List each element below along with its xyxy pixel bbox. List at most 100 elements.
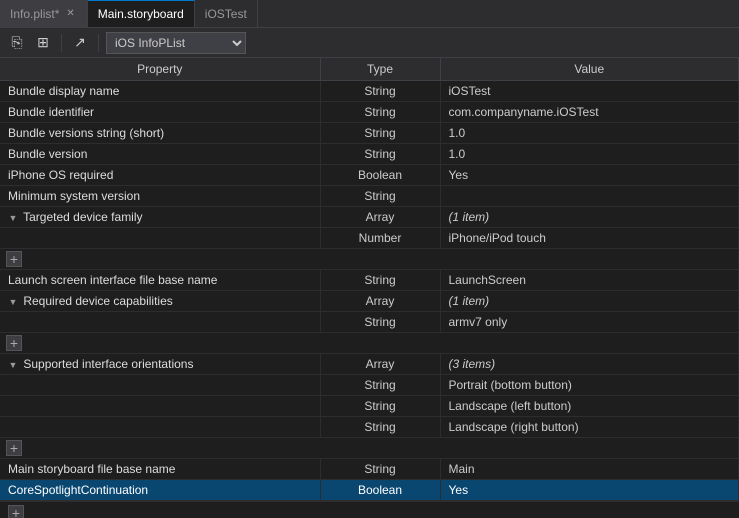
table-row[interactable]: Minimum system version String bbox=[0, 186, 739, 207]
row-value: Portrait (bottom button) bbox=[440, 375, 739, 396]
row-property: Bundle display name bbox=[0, 81, 320, 102]
expand-arrow-icon[interactable]: ▼ bbox=[8, 360, 18, 370]
row-value: (1 item) bbox=[440, 291, 739, 312]
row-type: String bbox=[320, 102, 440, 123]
row-type: String bbox=[320, 417, 440, 438]
table-row[interactable]: Bundle identifier String com.companyname… bbox=[0, 102, 739, 123]
row-property: iPhone OS required bbox=[0, 165, 320, 186]
toolbar: ⎘ ⊞ ↗ iOS InfoPListiOS InfomacOS Info bbox=[0, 28, 739, 58]
row-type: Number bbox=[320, 228, 440, 249]
row-property: Launch screen interface file base name bbox=[0, 270, 320, 291]
row-property bbox=[0, 375, 320, 396]
row-value: Main bbox=[440, 459, 739, 480]
table-row[interactable]: ▼ Supported interface orientations Array… bbox=[0, 354, 739, 375]
table-row[interactable]: Launch screen interface file base name S… bbox=[0, 270, 739, 291]
row-type: String bbox=[320, 81, 440, 102]
table-row[interactable]: Bundle display name String iOSTest bbox=[0, 81, 739, 102]
row-property bbox=[0, 417, 320, 438]
header-property: Property bbox=[0, 58, 320, 81]
table-header-row: Property Type Value bbox=[0, 58, 739, 81]
table-row-selected[interactable]: CoreSpotlightContinuation Boolean Yes bbox=[0, 480, 739, 501]
row-value: iOSTest bbox=[440, 81, 739, 102]
expand-arrow-icon[interactable]: ▼ bbox=[8, 213, 18, 223]
row-type: String bbox=[320, 312, 440, 333]
row-value: 1.0 bbox=[440, 144, 739, 165]
row-property: Main storyboard file base name bbox=[0, 459, 320, 480]
table-row[interactable]: Bundle versions string (short) String 1.… bbox=[0, 123, 739, 144]
row-value: (1 item) bbox=[440, 207, 739, 228]
paste-button[interactable]: ⊞ bbox=[32, 32, 54, 54]
header-value: Value bbox=[440, 58, 739, 81]
add-row: + bbox=[0, 249, 739, 270]
row-value bbox=[440, 186, 739, 207]
header-type: Type bbox=[320, 58, 440, 81]
add-item-button[interactable]: + bbox=[6, 335, 22, 351]
plist-table: Property Type Value Bundle display name … bbox=[0, 58, 739, 501]
row-value: 1.0 bbox=[440, 123, 739, 144]
row-value: armv7 only bbox=[440, 312, 739, 333]
table-row[interactable]: Number iPhone/iPod touch bbox=[0, 228, 739, 249]
row-value: Landscape (right button) bbox=[440, 417, 739, 438]
tab-bar: Info.plist* ✕ Main.storyboard iOSTest bbox=[0, 0, 739, 28]
row-type: Array bbox=[320, 354, 440, 375]
tab-main-storyboard[interactable]: Main.storyboard bbox=[88, 0, 195, 27]
scope-dropdown[interactable]: iOS InfoPListiOS InfomacOS Info bbox=[106, 32, 246, 54]
copy-button[interactable]: ⎘ bbox=[6, 32, 28, 54]
row-type: String bbox=[320, 396, 440, 417]
table-row[interactable]: iPhone OS required Boolean Yes bbox=[0, 165, 739, 186]
row-value: com.companyname.iOSTest bbox=[440, 102, 739, 123]
bottom-add-button[interactable]: + bbox=[8, 505, 24, 518]
row-type: Boolean bbox=[320, 165, 440, 186]
row-property bbox=[0, 228, 320, 249]
app-window: Info.plist* ✕ Main.storyboard iOSTest ⎘ … bbox=[0, 0, 739, 518]
add-item-button[interactable]: + bbox=[6, 251, 22, 267]
table-row[interactable]: String Portrait (bottom button) bbox=[0, 375, 739, 396]
row-property: ▼ Targeted device family bbox=[0, 207, 320, 228]
row-property bbox=[0, 396, 320, 417]
paste-icon: ⊞ bbox=[37, 34, 49, 51]
row-property: CoreSpotlightContinuation bbox=[0, 480, 320, 501]
row-property: Minimum system version bbox=[0, 186, 320, 207]
tab-info-plist[interactable]: Info.plist* ✕ bbox=[0, 0, 88, 27]
toolbar-separator bbox=[61, 34, 62, 52]
row-value: LaunchScreen bbox=[440, 270, 739, 291]
row-property: Bundle identifier bbox=[0, 102, 320, 123]
add-row-cell: + bbox=[0, 333, 739, 354]
row-property: ▼ Supported interface orientations bbox=[0, 354, 320, 375]
tab-main-storyboard-label: Main.storyboard bbox=[98, 7, 184, 21]
table-row[interactable]: Main storyboard file base name String Ma… bbox=[0, 459, 739, 480]
add-item-button[interactable]: + bbox=[6, 440, 22, 456]
row-type: String bbox=[320, 375, 440, 396]
row-property bbox=[0, 312, 320, 333]
link-button[interactable]: ↗ bbox=[69, 32, 91, 54]
row-property: Bundle versions string (short) bbox=[0, 123, 320, 144]
table-row[interactable]: String Landscape (left button) bbox=[0, 396, 739, 417]
row-type: Array bbox=[320, 291, 440, 312]
expand-arrow-icon[interactable]: ▼ bbox=[8, 297, 18, 307]
tab-info-plist-label: Info.plist* bbox=[10, 7, 59, 21]
tab-ios-test[interactable]: iOSTest bbox=[195, 0, 258, 27]
copy-icon: ⎘ bbox=[11, 34, 22, 51]
row-value: Yes bbox=[440, 165, 739, 186]
row-type: Array bbox=[320, 207, 440, 228]
row-property: Bundle version bbox=[0, 144, 320, 165]
row-type: String bbox=[320, 144, 440, 165]
add-row-cell: + bbox=[0, 438, 739, 459]
row-type: Boolean bbox=[320, 480, 440, 501]
table-row[interactable]: String Landscape (right button) bbox=[0, 417, 739, 438]
toolbar-separator-2 bbox=[98, 34, 99, 52]
plist-content: Property Type Value Bundle display name … bbox=[0, 58, 739, 518]
row-property: ▼ Required device capabilities bbox=[0, 291, 320, 312]
row-value: Yes bbox=[440, 480, 739, 501]
tab-info-plist-close[interactable]: ✕ bbox=[64, 7, 76, 20]
row-value: (3 items) bbox=[440, 354, 739, 375]
table-row[interactable]: ▼ Required device capabilities Array (1 … bbox=[0, 291, 739, 312]
table-row[interactable]: Bundle version String 1.0 bbox=[0, 144, 739, 165]
add-row: + bbox=[0, 333, 739, 354]
tab-ios-test-label: iOSTest bbox=[205, 7, 247, 21]
row-type: String bbox=[320, 459, 440, 480]
table-row[interactable]: String armv7 only bbox=[0, 312, 739, 333]
table-row[interactable]: ▼ Targeted device family Array (1 item) bbox=[0, 207, 739, 228]
row-value: Landscape (left button) bbox=[440, 396, 739, 417]
add-row-cell: + bbox=[0, 249, 739, 270]
